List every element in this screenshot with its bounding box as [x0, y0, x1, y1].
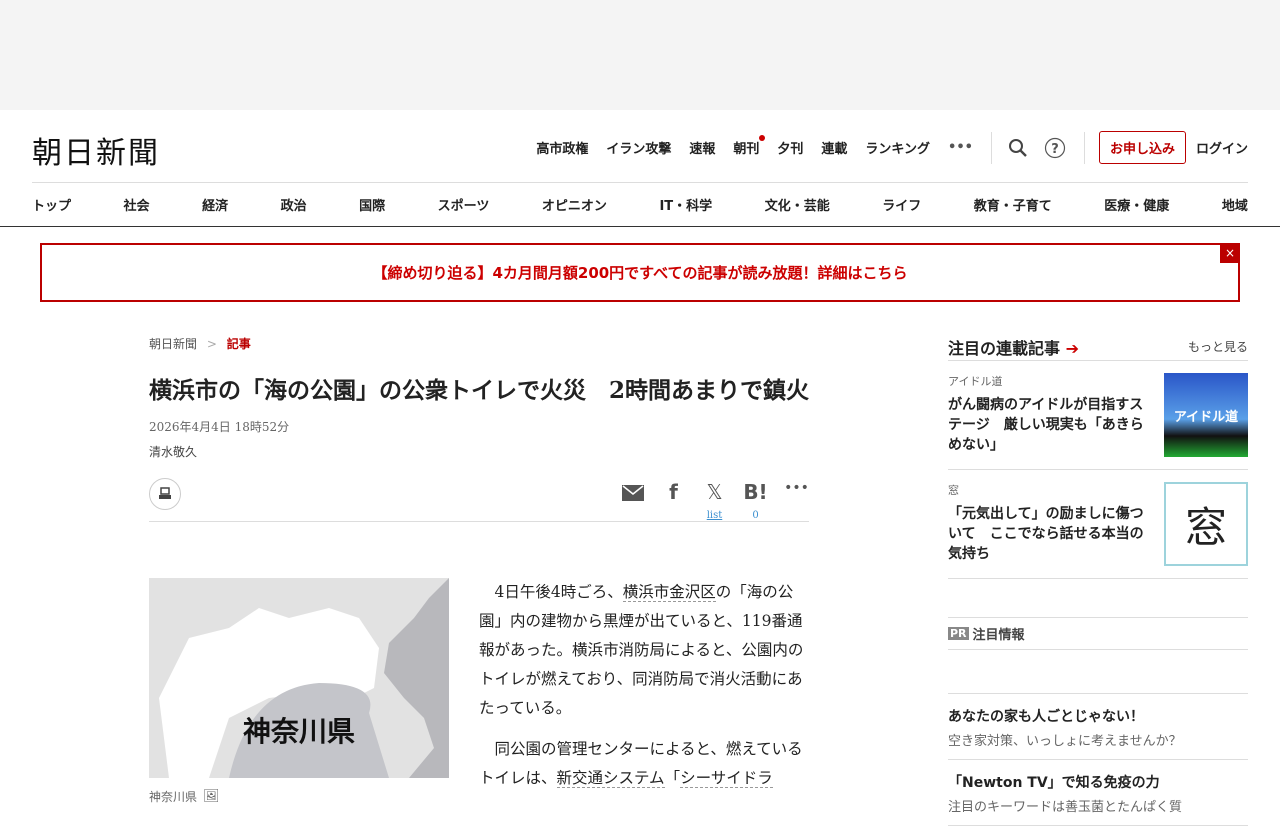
topic-link[interactable]: 横浜市金沢区	[622, 583, 716, 602]
nav-international[interactable]: 国際	[359, 195, 385, 214]
util-link-ranking[interactable]: ランキング	[865, 138, 930, 157]
card-category: アイドル道	[948, 375, 1003, 388]
topic-link[interactable]: シーサイドラ	[680, 769, 773, 788]
divider	[990, 131, 992, 164]
x-list-link[interactable]: list	[702, 510, 727, 521]
paragraph: 同公園の管理センターによると、燃えているトイレは、新交通システム「シーサイドラ	[479, 735, 809, 793]
nav-health[interactable]: 医療・健康	[1104, 195, 1169, 214]
breadcrumb: 朝日新聞 > 記事	[149, 335, 809, 352]
article-body: 4日午後4時ごろ、横浜市金沢区の「海の公園」内の建物から黒煙が出ていると、119…	[479, 578, 809, 805]
figure-caption: 神奈川県 🖼	[149, 788, 449, 805]
nav-society[interactable]: 社会	[124, 195, 150, 214]
topic-link[interactable]: 新交通システム	[556, 769, 665, 788]
util-link-series[interactable]: 連載	[821, 138, 847, 157]
pr-title[interactable]: 「Newton TV」で知る免疫の力	[948, 772, 1248, 792]
util-link-evening[interactable]: 夕刊	[777, 138, 803, 157]
map-label: 神奈川県	[243, 715, 355, 748]
nav-sports[interactable]: スポーツ	[438, 195, 490, 214]
ad-space	[0, 0, 1280, 110]
article: 朝日新聞 > 記事 横浜市の「海の公園」の公衆トイレで火災 2時間あまりで鎮火 …	[149, 335, 810, 804]
series-card[interactable]: アイドル道 がん闘病のアイドルが目指すステージ 厳しい現実も「あきらめない」 アイ…	[948, 361, 1248, 470]
util-link-takaichi[interactable]: 高市政権	[536, 138, 588, 157]
author[interactable]: 清水敬久	[149, 443, 809, 460]
help-icon[interactable]: ?	[1044, 137, 1066, 159]
publish-date: 2026年4月4日 18時52分	[149, 420, 290, 434]
pr-desc: 注目のキーワードは善玉菌とたんぱく質	[948, 800, 1183, 815]
hatena-count[interactable]: 0	[743, 510, 768, 521]
site-header: 朝日新聞 高市政権 イラン攻撃 速報 朝刊 夕刊 連載 ランキング ••• ? …	[32, 110, 1248, 183]
utility-nav: 高市政権 イラン攻撃 速報 朝刊 夕刊 連載 ランキング ••• ? お申し込み…	[518, 131, 1248, 164]
series-card[interactable]: 窓「元気出して」の励ましに傷ついて ここでなら話せる本当の気持ち 窓	[948, 470, 1248, 579]
nav-opinion[interactable]: オピニオン	[542, 195, 607, 214]
more-menu-button[interactable]: •••	[948, 140, 973, 155]
promo-banner[interactable]: 【締め切り迫る】4カ月間月額200円ですべての記事が読み放題！詳細はこちら ×	[40, 243, 1240, 302]
arrow-right-icon[interactable]: ➔	[1066, 339, 1079, 358]
breadcrumb-current: 記事	[226, 337, 251, 351]
share-icons: f 𝕏list B! 0 •••	[620, 480, 809, 521]
mail-icon[interactable]	[620, 480, 645, 506]
card-category: 窓	[948, 484, 959, 497]
util-link-iran[interactable]: イラン攻撃	[606, 138, 671, 157]
util-link-breaking[interactable]: 速報	[689, 138, 715, 157]
nav-it-science[interactable]: IT・科学	[659, 195, 712, 214]
share-bar: f 𝕏list B! 0 •••	[149, 478, 809, 522]
hatena-bookmark-icon[interactable]: B! 0	[743, 480, 768, 521]
pr-item[interactable]: 「Newton TV」で知る免疫の力注目のキーワードは善玉菌とたんぱく質	[948, 760, 1248, 826]
card-headline[interactable]: 「元気出して」の励ましに傷ついて ここでなら話せる本当の気持ち	[948, 504, 1153, 564]
paragraph: 4日午後4時ごろ、横浜市金沢区の「海の公園」内の建物から黒煙が出ていると、119…	[479, 578, 809, 723]
more-share-icon[interactable]: •••	[784, 480, 809, 506]
divider	[1083, 131, 1085, 164]
breadcrumb-separator: >	[206, 337, 217, 351]
print-icon[interactable]	[149, 478, 181, 510]
x-share-icon[interactable]: 𝕏list	[702, 480, 727, 521]
util-link-morning-label: 朝刊	[733, 142, 760, 157]
site-logo[interactable]: 朝日新聞	[32, 128, 160, 172]
category-nav: トップ 社会 経済 政治 国際 スポーツ オピニオン IT・科学 文化・芸能 ラ…	[32, 183, 1248, 226]
text: 4日午後4時ごろ、	[494, 583, 623, 601]
pr-title[interactable]: あなたの家も人ごとじゃない！	[948, 706, 1248, 726]
util-link-morning[interactable]: 朝刊	[733, 135, 766, 157]
new-dot	[759, 135, 766, 141]
caption-text: 神奈川県	[149, 790, 198, 804]
map-image: 神奈川県	[149, 578, 449, 778]
promo-text[interactable]: 【締め切り迫る】4カ月間月額200円ですべての記事が読み放題！詳細はこちら	[372, 262, 907, 283]
pr-spacer	[948, 650, 1248, 694]
pr-tag: PR	[948, 627, 969, 640]
card-thumbnail[interactable]: アイドル道	[1164, 373, 1248, 457]
svg-text:?: ?	[1051, 142, 1059, 157]
card-headline[interactable]: がん闘病のアイドルが目指すステージ 厳しい現実も「あきらめない」	[948, 395, 1153, 455]
nav-life[interactable]: ライフ	[882, 195, 921, 214]
nav-politics[interactable]: 政治	[281, 195, 307, 214]
login-link[interactable]: ログイン	[1196, 138, 1248, 157]
pr-item[interactable]: あなたの家も人ごとじゃない！ 空き家対策、いっしょに考えませんか？	[948, 694, 1248, 760]
close-icon[interactable]: ×	[1220, 243, 1240, 263]
series-heading: 注目の連載記事 ➔ もっと見る	[948, 333, 1248, 361]
subscribe-button[interactable]: お申し込み	[1098, 131, 1186, 164]
nav-top[interactable]: トップ	[32, 195, 71, 214]
text: の「海の公園」内の建物から黒煙が出ていると、119番通報があった。横浜市消防局に…	[479, 583, 804, 717]
pr-heading: PR 注目情報	[948, 617, 1248, 650]
pr-desc: 空き家対策、いっしょに考えませんか？	[948, 734, 1182, 749]
nav-region[interactable]: 地域	[1222, 195, 1248, 214]
thumbnail-logo: アイドル道	[1173, 409, 1239, 425]
category-nav-bar: トップ 社会 経済 政治 国際 スポーツ オピニオン IT・科学 文化・芸能 ラ…	[0, 183, 1280, 227]
card-thumbnail[interactable]: 窓	[1164, 482, 1248, 566]
nav-education[interactable]: 教育・子育て	[974, 195, 1052, 214]
article-figure[interactable]: 神奈川県 神奈川県 🖼	[149, 578, 449, 805]
article-title: 横浜市の「海の公園」の公衆トイレで火災 2時間あまりで鎮火	[149, 377, 810, 404]
sidebar: 注目の連載記事 ➔ もっと見る アイドル道 がん闘病のアイドルが目指すステージ 厳し…	[948, 333, 1248, 826]
search-icon[interactable]	[1008, 138, 1028, 158]
nav-economy[interactable]: 経済	[202, 195, 228, 214]
pr-heading-text: 注目情報	[972, 628, 1025, 643]
series-heading-text[interactable]: 注目の連載記事	[948, 339, 1060, 358]
image-icon[interactable]: 🖼	[203, 789, 220, 804]
facebook-icon[interactable]: f	[661, 480, 686, 506]
more-link[interactable]: もっと見る	[1188, 338, 1248, 355]
text: 「	[664, 769, 681, 787]
nav-culture[interactable]: 文化・芸能	[765, 195, 830, 214]
breadcrumb-home[interactable]: 朝日新聞	[149, 337, 197, 351]
thumbnail-logo: 窓	[1184, 502, 1227, 552]
